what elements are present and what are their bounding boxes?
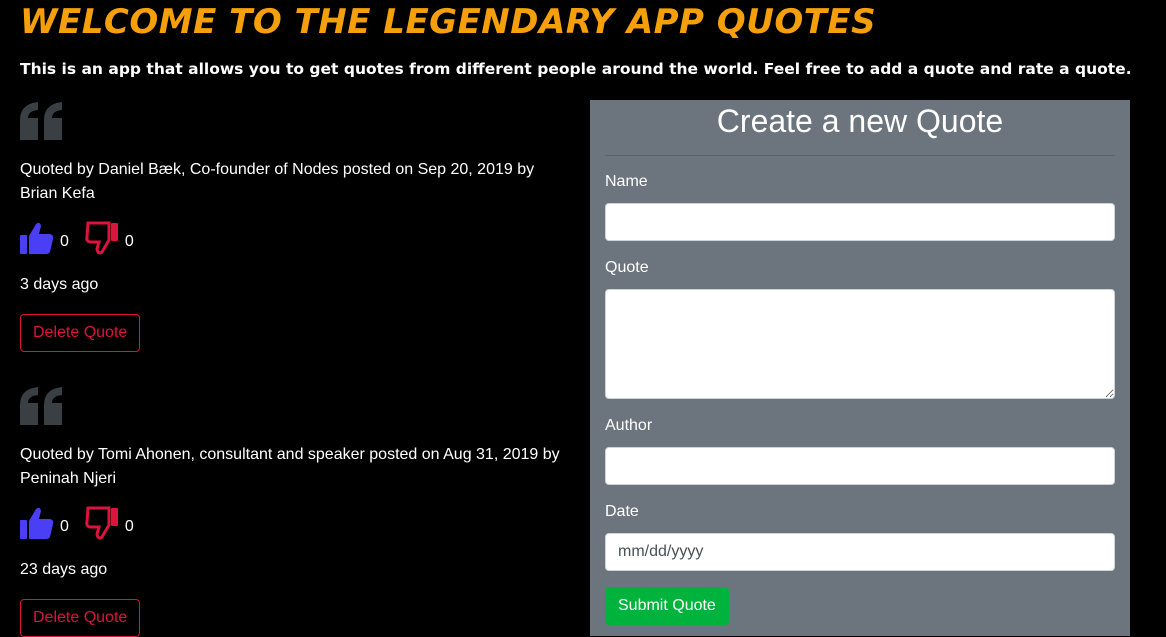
thumbs-up-icon[interactable] [20, 506, 54, 540]
quote-textarea[interactable] [605, 289, 1115, 399]
author-input[interactable] [605, 447, 1115, 485]
thumbs-down-icon[interactable] [85, 221, 119, 255]
thumbs-down-icon[interactable] [85, 506, 119, 540]
delete-quote-button[interactable]: Delete Quote [20, 599, 141, 637]
downvote-count: 0 [124, 518, 134, 535]
author-label: Author [605, 417, 653, 434]
form-divider [605, 155, 1115, 156]
name-label: Name [605, 173, 648, 190]
submit-quote-button[interactable]: Submit Quote [605, 587, 729, 625]
upvote-count: 0 [60, 518, 69, 535]
name-input[interactable] [605, 203, 1115, 241]
form-title: Create a new Quote [716, 103, 1004, 139]
upvote-count: 0 [60, 233, 69, 250]
time-ago: 3 days ago [20, 276, 99, 293]
vote-bar: 0 0 [20, 505, 150, 541]
quote-left-icon [20, 102, 62, 140]
time-ago: 23 days ago [20, 561, 108, 578]
page-subtitle: This is an app that allows you to get qu… [20, 60, 1132, 78]
thumbs-up-icon[interactable] [20, 221, 54, 255]
date-label: Date [605, 503, 639, 520]
new-quote-form: Create a new Quote Name Quote Author Dat… [590, 100, 1130, 636]
quote-label: Quote [605, 259, 649, 276]
quote-left-icon [20, 387, 62, 425]
downvote-count: 0 [124, 233, 134, 250]
delete-quote-button[interactable]: Delete Quote [20, 314, 141, 352]
page-title: WELCOME TO THE LEGENDARY APP QUOTES [20, 2, 877, 42]
quote-meta: Quoted by Tomi Ahonen, consultant and sp… [20, 446, 560, 487]
vote-bar: 0 0 [20, 220, 150, 256]
quote-meta: Quoted by Daniel Bæk, Co-founder of Node… [20, 161, 535, 202]
date-input[interactable] [605, 533, 1115, 571]
